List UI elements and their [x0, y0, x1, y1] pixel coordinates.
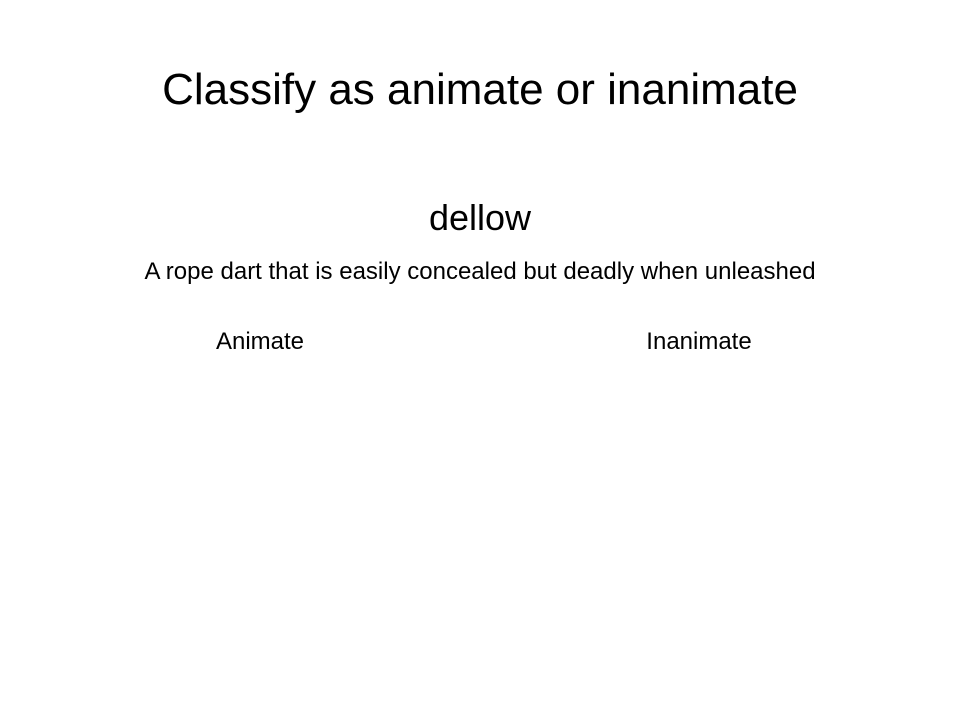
slide-title: Classify as animate or inanimate	[162, 65, 798, 114]
target-word: dellow	[428, 197, 532, 238]
inanimate-option[interactable]: Inanimate	[599, 324, 799, 360]
animate-option[interactable]: Animate	[160, 324, 360, 360]
slide: Classify as animate or inanimate dellow …	[0, 0, 960, 720]
word-definition: A rope dart that is easily concealed but…	[144, 258, 816, 285]
